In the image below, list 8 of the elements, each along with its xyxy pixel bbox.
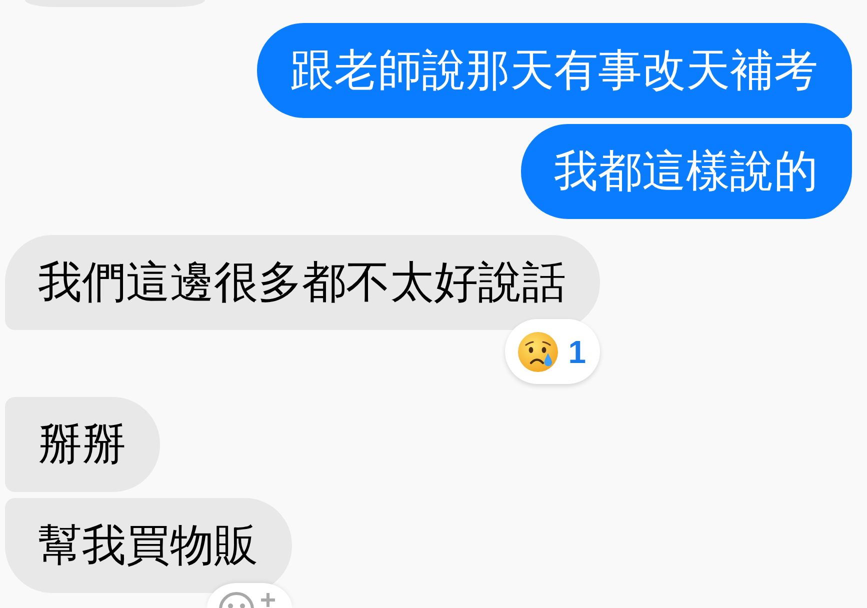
message-bubble: 掰掰	[5, 397, 160, 492]
message-bubble: 幫我買物販	[5, 498, 292, 593]
message-bubble: 跟老師說那天有事改天補考	[257, 23, 852, 118]
reaction-count: 1	[568, 334, 586, 370]
crying-face-icon	[518, 332, 558, 372]
reaction-badge[interactable]: 1	[505, 319, 600, 384]
message-bubble: 我們這邊很多都不太好說話	[5, 235, 600, 330]
message-bubble: 我都這樣說的	[521, 124, 852, 219]
